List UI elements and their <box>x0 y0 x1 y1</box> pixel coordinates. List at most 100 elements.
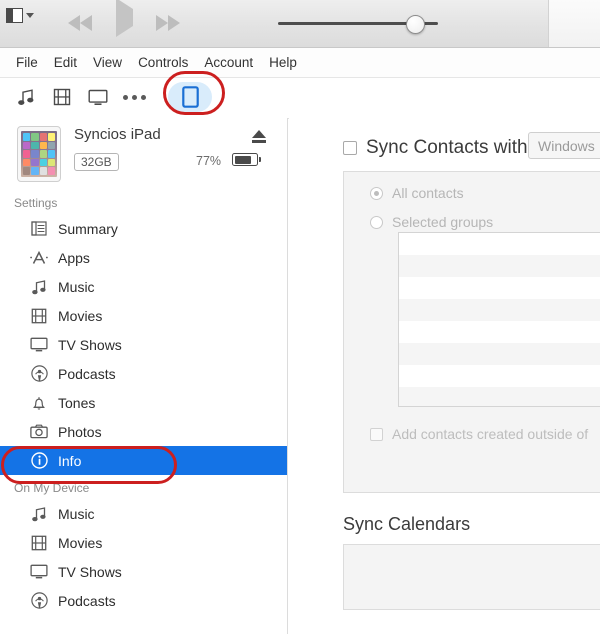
movies-tab[interactable] <box>44 80 80 114</box>
film-strip-icon <box>30 307 48 325</box>
sidebar-item-label: Music <box>58 278 95 295</box>
device-item-label: Podcasts <box>58 592 116 609</box>
menu-help[interactable]: Help <box>261 53 305 72</box>
list-item <box>399 233 600 255</box>
next-button[interactable] <box>156 15 180 31</box>
podcast-icon <box>30 592 48 610</box>
menu-account[interactable]: Account <box>196 53 261 72</box>
music-note-icon <box>17 89 33 105</box>
music-tab[interactable] <box>8 80 44 114</box>
sidebar-item-podcasts[interactable]: Podcasts <box>0 359 287 388</box>
battery-icon <box>232 153 258 166</box>
ipad-thumbnail <box>17 126 61 182</box>
film-strip-icon <box>53 88 71 106</box>
list-item <box>399 255 600 277</box>
device-item-label: TV Shows <box>58 563 122 580</box>
monitor-icon <box>30 336 48 354</box>
device-item-music[interactable]: Music <box>0 499 287 528</box>
battery-percent: 77% <box>196 154 222 168</box>
sync-contacts-checkbox[interactable] <box>343 141 357 155</box>
camera-icon <box>30 423 48 441</box>
all-contacts-radio[interactable] <box>370 186 383 200</box>
rewind-icon <box>68 15 80 31</box>
selected-groups-radio-row[interactable]: Selected groups <box>344 214 600 230</box>
podcast-icon <box>30 365 48 383</box>
sync-contacts-header: Sync Contacts with <box>343 137 528 159</box>
sidebar-item-tv-shows[interactable]: TV Shows <box>0 330 287 359</box>
eject-button[interactable] <box>252 130 268 144</box>
sidebar-toggle-button[interactable] <box>6 6 40 24</box>
red-ellipse-info <box>1 446 177 484</box>
tv-shows-tab[interactable] <box>80 80 116 114</box>
ellipsis-icon <box>122 94 146 100</box>
sync-calendars-title: Sync Calendars <box>343 514 471 534</box>
sidebar-item-summary[interactable]: Summary <box>0 214 287 243</box>
device-item-movies[interactable]: Movies <box>0 528 287 557</box>
list-item <box>399 343 600 365</box>
volume-knob[interactable] <box>406 15 425 34</box>
list-item <box>399 365 600 387</box>
menu-bar: File Edit View Controls Account Help <box>0 48 600 78</box>
sidebar-item-apps[interactable]: Apps <box>0 243 287 272</box>
settings-group-label: Settings <box>14 196 58 210</box>
film-strip-icon <box>30 534 48 552</box>
list-item <box>399 299 600 321</box>
volume-slider[interactable] <box>278 14 438 34</box>
play-icon <box>116 0 133 37</box>
more-tab[interactable] <box>116 80 152 114</box>
monitor-icon <box>88 89 108 105</box>
contacts-source-dropdown[interactable]: Windows <box>528 132 600 159</box>
sidebar-item-label: Photos <box>58 423 102 440</box>
contacts-options-panel: All contacts Selected groups Add contact… <box>343 171 600 493</box>
sidebar-item-label: Summary <box>58 220 118 237</box>
sidebar-item-photos[interactable]: Photos <box>0 417 287 446</box>
main-content: Sync Contacts with Windows All contacts … <box>289 118 600 634</box>
fast-forward-icon <box>156 15 168 31</box>
music-note-icon <box>30 505 48 523</box>
device-item-podcasts[interactable]: Podcasts <box>0 586 287 615</box>
transport-controls <box>68 0 198 41</box>
selected-groups-radio[interactable] <box>370 215 383 229</box>
music-note-icon <box>30 278 48 296</box>
sidebar-item-tones[interactable]: Tones <box>0 388 287 417</box>
sidebar-item-movies[interactable]: Movies <box>0 301 287 330</box>
play-button[interactable] <box>116 0 133 37</box>
device-name: Syncios iPad <box>74 126 161 143</box>
menu-view[interactable]: View <box>85 53 130 72</box>
monitor-icon <box>30 563 48 581</box>
device-capacity-badge: 32GB <box>74 153 119 171</box>
groups-listbox[interactable] <box>398 232 600 407</box>
library-tab-strip <box>0 78 600 119</box>
sync-calendars-panel <box>343 544 600 610</box>
device-header[interactable]: Syncios iPad 32GB 77% <box>0 118 287 190</box>
all-contacts-radio-row[interactable]: All contacts <box>344 185 600 201</box>
sidebar: Syncios iPad 32GB 77% Settings Summary A… <box>0 118 288 634</box>
list-item <box>399 321 600 343</box>
selected-groups-label: Selected groups <box>392 214 494 230</box>
add-contacts-row[interactable]: Add contacts created outside of <box>370 426 588 442</box>
previous-button[interactable] <box>68 15 92 31</box>
sidebar-item-label: TV Shows <box>58 336 122 353</box>
sidebar-item-label: Apps <box>58 249 90 266</box>
chevron-down-icon[interactable] <box>26 12 34 18</box>
list-item <box>399 277 600 299</box>
toolbar-right-region <box>548 0 600 47</box>
sync-contacts-label: Sync Contacts with <box>366 137 528 158</box>
sidebar-toggle-icon <box>6 7 23 23</box>
sidebar-item-label: Movies <box>58 307 103 324</box>
sidebar-item-music[interactable]: Music <box>0 272 287 301</box>
device-item-label: Movies <box>58 534 103 551</box>
add-contacts-label: Add contacts created outside of <box>392 426 589 442</box>
all-contacts-label: All contacts <box>392 185 464 201</box>
device-item-label: Music <box>58 505 95 522</box>
add-contacts-checkbox[interactable] <box>370 427 383 441</box>
sidebar-item-label: Podcasts <box>58 365 116 382</box>
device-item-tv-shows[interactable]: TV Shows <box>0 557 287 586</box>
summary-icon <box>30 220 48 238</box>
bell-icon <box>30 394 48 412</box>
menu-edit[interactable]: Edit <box>46 53 85 72</box>
red-ellipse-device-tab <box>163 71 225 115</box>
menu-file[interactable]: File <box>8 53 46 72</box>
menu-controls[interactable]: Controls <box>130 53 196 72</box>
list-item <box>399 387 600 406</box>
